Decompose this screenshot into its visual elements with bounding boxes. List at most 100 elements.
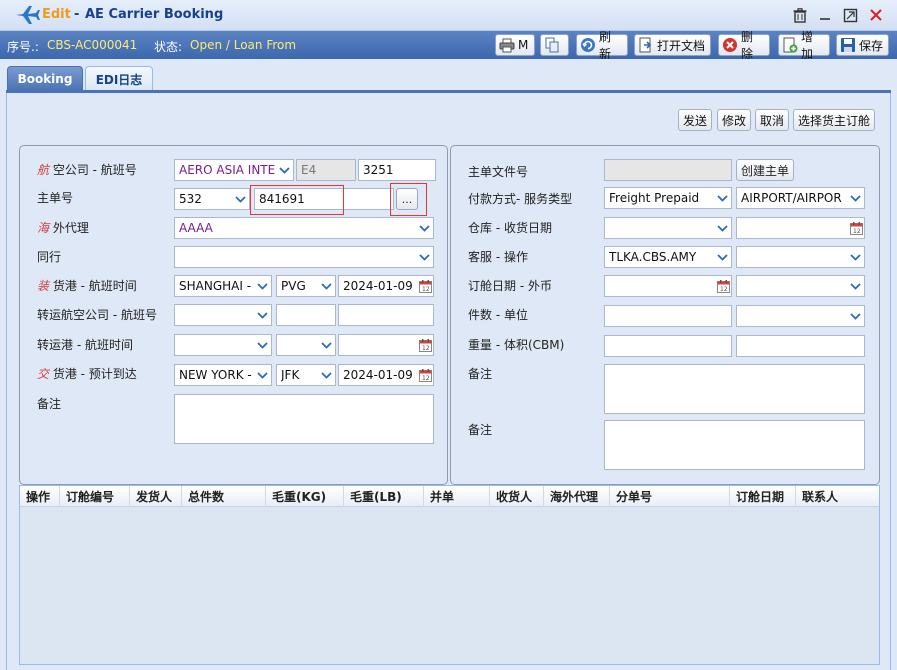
refresh-button[interactable]: 刷新 <box>576 30 628 61</box>
create-master-button[interactable]: 创建主单 <box>736 159 794 181</box>
remark2-textarea[interactable] <box>604 420 865 470</box>
transfer-airline-select[interactable] <box>174 304 272 326</box>
grid-col-operation[interactable]: 操作 <box>20 486 60 507</box>
seq-value: CBS-AC000041 <box>47 38 138 52</box>
overseas-agent-select[interactable]: AAAA <box>174 217 434 239</box>
peer-select[interactable] <box>174 246 434 268</box>
chevron-down-icon <box>714 218 731 238</box>
master-file-no-field[interactable] <box>604 159 732 181</box>
chevron-down-icon <box>276 160 293 180</box>
open-document-button-label: 打开文档 <box>657 38 706 53</box>
save-icon <box>840 37 856 53</box>
chevron-down-icon <box>714 188 731 208</box>
chevron-down-icon <box>416 247 433 267</box>
grid-col-consolidate[interactable]: 并单 <box>424 486 490 507</box>
discharge-port-select[interactable]: NEW YORK - <box>174 364 272 386</box>
copy-button[interactable] <box>540 34 569 56</box>
grid-col-overseas-agent[interactable]: 海外代理 <box>544 486 610 507</box>
master-lookup-button[interactable]: ... <box>396 188 418 210</box>
chevron-down-icon <box>318 365 335 385</box>
calendar-icon[interactable]: 12 <box>715 276 731 296</box>
remark-label: 备注 <box>37 397 62 411</box>
transfer-port-code-select[interactable] <box>276 334 336 356</box>
master-number-input[interactable]: 841691 <box>254 188 394 210</box>
refresh-icon <box>580 37 596 53</box>
grid-col-total-pieces[interactable]: 总件数 <box>182 486 266 507</box>
departure-datetime-input[interactable]: 2024-01-09 10:012 <box>338 275 434 297</box>
add-button[interactable]: 增加 <box>778 30 830 61</box>
foreign-currency-select[interactable] <box>736 275 865 297</box>
print-button[interactable]: M <box>495 34 535 56</box>
airline-code-field[interactable]: E4 <box>296 159 356 181</box>
trash-icon[interactable] <box>790 5 810 25</box>
loading-port-select[interactable]: SHANGHAI - <box>174 275 272 297</box>
calendar-icon[interactable]: 12 <box>848 218 864 238</box>
status-label: 状态: <box>154 40 183 54</box>
info-toolbar: 序号.: CBS-AC000041 状态: Open / Loan From M… <box>0 30 897 61</box>
unit-select[interactable] <box>736 305 865 327</box>
arrival-datetime-input[interactable]: 2024-01-09 10:012 <box>338 364 434 386</box>
close-icon[interactable] <box>866 5 886 25</box>
grid-col-consignee[interactable]: 收货人 <box>490 486 544 507</box>
chevron-down-icon <box>254 305 271 325</box>
calendar-icon[interactable]: 12 <box>417 365 433 385</box>
open-document-button[interactable]: 打开文档 <box>634 34 711 56</box>
grid-col-booking-date[interactable]: 订舱日期 <box>730 486 796 507</box>
grid-col-contact[interactable]: 联系人 <box>796 486 879 507</box>
copy-icon <box>544 37 560 53</box>
payment-method-select[interactable]: Freight Prepaid <box>604 187 732 209</box>
grid-col-gross-weight-kg[interactable]: 毛重(KG) <box>266 486 344 507</box>
cs-operation-label: 客服 - 操作 <box>468 250 528 264</box>
receipt-date-input[interactable]: 12 <box>736 217 865 239</box>
overseas-agent-label: 海 外代理 <box>37 221 89 235</box>
grid-header: 操作 订舱编号 发货人 总件数 毛重(KG) 毛重(LB) 并单 收货人 海外代… <box>20 486 879 507</box>
calendar-icon[interactable]: 12 <box>417 276 433 296</box>
transfer-flight-number-input[interactable] <box>338 304 434 326</box>
flight-number-input[interactable]: 3251 <box>358 159 436 181</box>
operator-select[interactable] <box>736 246 865 268</box>
booking-date-input[interactable]: 12 <box>604 275 732 297</box>
pieces-input[interactable] <box>604 305 732 327</box>
remark1-textarea[interactable] <box>604 364 865 414</box>
remark1-label: 备注 <box>468 367 493 381</box>
window-title: AE Carrier Booking <box>85 7 224 22</box>
discharge-port-code-select[interactable]: JFK <box>276 364 336 386</box>
weight-input[interactable] <box>604 335 732 357</box>
tab-edi-log[interactable]: EDI日志 <box>85 66 153 91</box>
svg-text:12: 12 <box>720 286 728 293</box>
transfer-port-select[interactable] <box>174 334 272 356</box>
grid-col-gross-weight-lb[interactable]: 毛重(LB) <box>344 486 424 507</box>
svg-text:12: 12 <box>853 228 861 235</box>
maximize-icon[interactable] <box>840 5 860 25</box>
chevron-down-icon <box>254 365 271 385</box>
save-button[interactable]: 保存 <box>836 34 889 56</box>
tab-booking[interactable]: Booking <box>7 66 83 91</box>
chevron-down-icon <box>714 247 731 267</box>
remark-textarea[interactable] <box>174 394 434 444</box>
weight-volume-label: 重量 - 体积(CBM) <box>468 338 565 352</box>
service-type-select[interactable]: AIRPORT/AIRPOR <box>736 187 865 209</box>
transfer-datetime-input[interactable]: 12 <box>338 334 434 356</box>
delete-icon <box>722 37 738 53</box>
calendar-icon[interactable]: 12 <box>417 335 433 355</box>
master-prefix-select[interactable]: 532 <box>174 188 250 210</box>
volume-input[interactable] <box>736 335 865 357</box>
delete-button[interactable]: 删除 <box>718 30 770 61</box>
loading-port-code-select[interactable]: PVG <box>276 275 336 297</box>
printer-icon <box>499 37 515 53</box>
transfer-airline-label: 转运航空公司 - 航班号 <box>37 308 157 322</box>
grid-col-house-no[interactable]: 分单号 <box>610 486 730 507</box>
delete-button-label: 删除 <box>741 30 754 61</box>
grid-col-booking-no[interactable]: 订舱编号 <box>60 486 130 507</box>
grid-col-shipper[interactable]: 发货人 <box>130 486 182 507</box>
transfer-airline-code-input[interactable] <box>276 304 336 326</box>
warehouse-select[interactable] <box>604 217 732 239</box>
send-button[interactable]: 发送 <box>678 109 712 131</box>
remark2-label: 备注 <box>468 423 493 437</box>
select-shipper-booking-button[interactable]: 选择货主订舱 <box>793 109 875 131</box>
minimize-icon[interactable] <box>815 5 835 25</box>
modify-button[interactable]: 修改 <box>717 109 751 131</box>
airline-select[interactable]: AERO ASIA INTE <box>174 159 294 181</box>
customer-service-select[interactable]: TLKA.CBS.AMY <box>604 246 732 268</box>
cancel-button[interactable]: 取消 <box>755 109 789 131</box>
